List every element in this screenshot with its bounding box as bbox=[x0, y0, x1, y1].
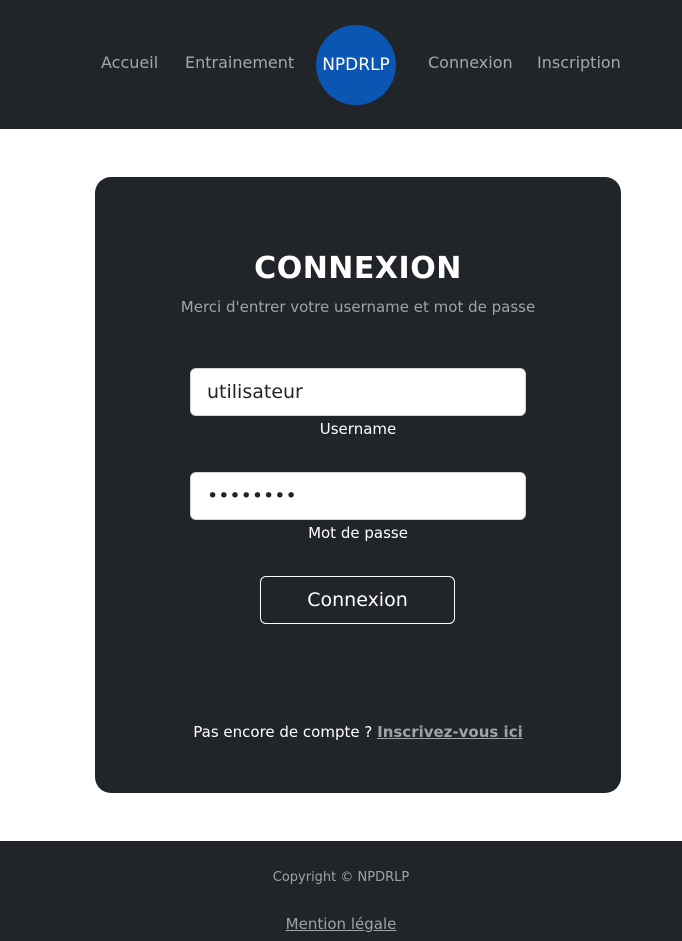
login-submit-button[interactable]: Connexion bbox=[260, 576, 455, 624]
username-input[interactable] bbox=[190, 368, 526, 416]
signup-link[interactable]: Inscrivez-vous ici bbox=[377, 723, 523, 741]
legal-notice-link[interactable]: Mention légale bbox=[0, 915, 682, 933]
signup-prompt-text: Pas encore de compte ? bbox=[193, 723, 373, 741]
nav-link-inscription[interactable]: Inscription bbox=[537, 52, 621, 74]
login-card: CONNEXION Merci d'entrer votre username … bbox=[95, 177, 621, 793]
nav-link-connexion[interactable]: Connexion bbox=[428, 52, 513, 74]
password-label: Mot de passe bbox=[308, 524, 408, 542]
page-footer: Copyright © NPDRLP Mention légale bbox=[0, 841, 682, 941]
nav-link-accueil[interactable]: Accueil bbox=[101, 52, 158, 74]
signup-prompt-line: Pas encore de compte ? Inscrivez-vous ic… bbox=[95, 723, 621, 741]
nav-link-entrainement[interactable]: Entrainement bbox=[185, 52, 294, 74]
top-navbar: Accueil Entrainement NPDRLP Connexion In… bbox=[0, 0, 682, 129]
main-content: CONNEXION Merci d'entrer votre username … bbox=[0, 129, 682, 841]
login-title: CONNEXION bbox=[254, 251, 462, 286]
username-label: Username bbox=[319, 420, 397, 438]
site-logo[interactable]: NPDRLP bbox=[316, 25, 396, 105]
copyright-text: Copyright © NPDRLP bbox=[272, 870, 410, 885]
login-subtitle: Merci d'entrer votre username et mot de … bbox=[180, 298, 536, 316]
password-input[interactable] bbox=[190, 472, 526, 520]
